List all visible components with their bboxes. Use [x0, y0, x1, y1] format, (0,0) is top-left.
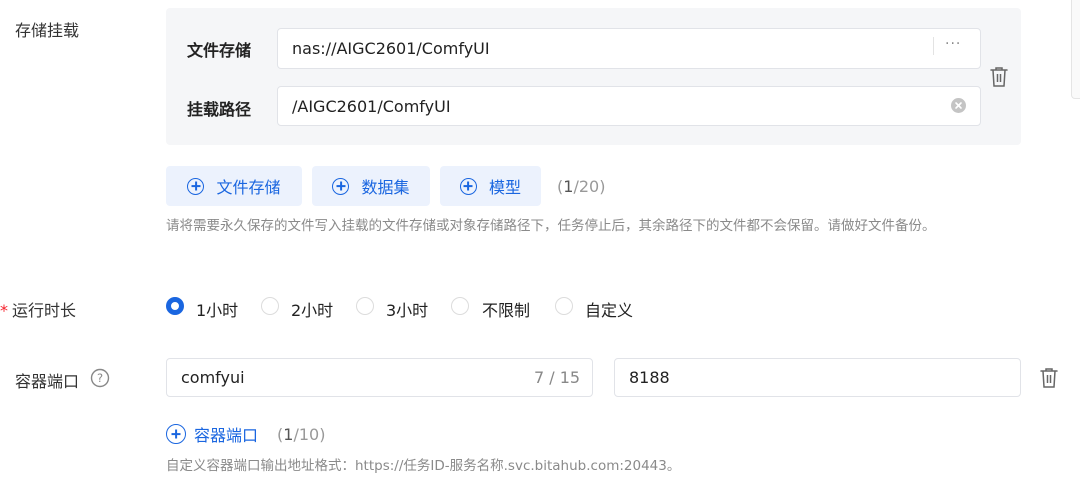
clear-icon[interactable] — [951, 98, 966, 113]
port-number-input[interactable]: 8188 — [614, 358, 1021, 397]
add-container-port-button[interactable]: 容器端口 — [166, 422, 258, 446]
mount-path-label: 挂载路径 — [187, 100, 252, 119]
plus-circle-icon — [332, 177, 350, 195]
runtime-label: * 运行时长 — [0, 301, 77, 320]
scrollbar[interactable] — [1071, 0, 1080, 99]
file-storage-label: 文件存储 — [187, 41, 252, 60]
radio-custom[interactable] — [555, 297, 573, 315]
add-dataset-button[interactable]: 数据集 — [312, 166, 430, 206]
plus-circle-icon — [166, 424, 186, 444]
delete-mount-icon[interactable] — [989, 66, 1009, 88]
input-divider — [933, 37, 934, 55]
plus-circle-icon — [187, 177, 205, 195]
add-dataset-label: 数据集 — [361, 178, 410, 197]
radio-3h[interactable] — [356, 297, 374, 315]
file-storage-input[interactable]: nas://AIGC2601/ComfyUI — [277, 28, 981, 69]
radio-label-unlimited[interactable]: 不限制 — [482, 297, 530, 321]
file-storage-value: nas://AIGC2601/ComfyUI — [292, 39, 490, 58]
storage-count: (1/20) — [557, 177, 606, 196]
port-hint: 自定义容器端口输出地址格式：https://任务ID-服务名称.svc.bita… — [166, 458, 681, 474]
add-model-button[interactable]: 模型 — [440, 166, 541, 206]
radio-label-2h[interactable]: 2小时 — [291, 297, 333, 321]
radio-1h[interactable] — [166, 297, 184, 315]
plus-circle-icon — [459, 177, 477, 195]
add-container-port-label: 容器端口 — [194, 426, 259, 445]
mount-path-input[interactable]: /AIGC2601/ComfyUI — [277, 86, 981, 126]
delete-port-icon[interactable] — [1039, 367, 1059, 389]
container-port-label: 容器端口 — [15, 372, 80, 391]
port-number-value: 8188 — [629, 368, 670, 387]
add-file-storage-label: 文件存储 — [216, 178, 281, 197]
storage-hint: 请将需要永久保存的文件写入挂载的文件存储或对象存储路径下，任务停止后，其余路径下… — [166, 218, 936, 234]
port-name-counter: 7 / 15 — [534, 368, 581, 387]
add-file-storage-button[interactable]: 文件存储 — [166, 166, 302, 206]
help-icon[interactable]: ? — [90, 368, 110, 388]
storage-mount-label: 存储挂载 — [15, 21, 80, 40]
port-count: (1/10) — [277, 425, 326, 444]
svg-text:?: ? — [97, 371, 103, 385]
port-name-input[interactable]: comfyui — [166, 358, 593, 397]
radio-label-1h[interactable]: 1小时 — [196, 297, 238, 321]
radio-label-3h[interactable]: 3小时 — [386, 297, 428, 321]
mount-path-value: /AIGC2601/ComfyUI — [292, 96, 451, 116]
more-icon[interactable]: ··· — [945, 36, 961, 52]
radio-label-custom[interactable]: 自定义 — [585, 297, 633, 321]
radio-unlimited[interactable] — [451, 297, 469, 315]
add-model-label: 模型 — [488, 178, 521, 197]
port-name-value: comfyui — [181, 368, 245, 387]
radio-2h[interactable] — [261, 297, 279, 315]
required-mark: * — [0, 301, 8, 320]
